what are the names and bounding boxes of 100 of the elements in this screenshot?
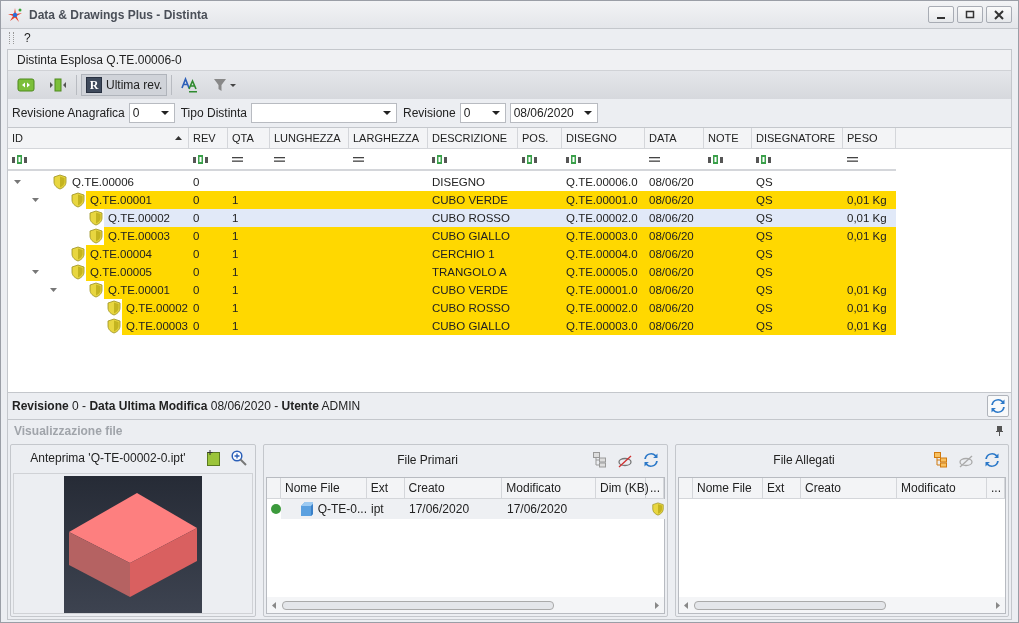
table-cell: 1: [232, 194, 239, 206]
font-icon: [181, 77, 200, 93]
table-cell: 1: [232, 320, 239, 332]
table-row[interactable]: Q.TE.00001 0 1 CUBO VERDE Q.TE.00001.0 08/06/20 QS 0,01 Kg: [86, 191, 896, 209]
column-header[interactable]: Nome File: [693, 478, 763, 498]
table-row[interactable]: Q.TE.00002 0 1 CUBO ROSSO Q.TE.00002.0 08/06/20 QS 0,01 Kg: [104, 209, 896, 227]
table-cell: 1: [232, 248, 239, 260]
hierarchy-icon[interactable]: [934, 452, 948, 468]
text-filter-icon[interactable]: [432, 154, 447, 164]
close-button[interactable]: [986, 6, 1012, 23]
table-cell: Q.TE.00002.0: [566, 212, 638, 224]
menu-item[interactable]: ?: [24, 31, 31, 45]
column-header[interactable]: ID: [8, 128, 189, 148]
column-header[interactable]: Creato: [801, 478, 897, 498]
column-header[interactable]: Modificato: [502, 478, 597, 498]
table-cell: 08/06/20: [649, 230, 694, 242]
equals-filter-icon[interactable]: [353, 156, 364, 162]
expander-icon[interactable]: [32, 198, 39, 202]
refresh-icon[interactable]: [643, 452, 659, 468]
filter-combo[interactable]: 08/06/2020: [509, 103, 598, 123]
window-title: Data & Drawings Plus - Distinta: [29, 7, 209, 22]
column-header[interactable]: LUNGHEZZA: [270, 128, 349, 148]
table-cell: QS: [756, 176, 773, 188]
column-header[interactable]: Dim (KB): [596, 478, 647, 498]
table-cell: CUBO GIALLO: [432, 320, 510, 332]
scrollbar-thumb[interactable]: [282, 600, 554, 610]
text-filter-icon[interactable]: [756, 154, 771, 164]
table-row[interactable]: Q.TE.00005 0 1 TRANGOLO A Q.TE.00005.0 08/06/20 QS: [86, 263, 896, 281]
filter-combo[interactable]: 0: [459, 103, 506, 123]
filter-label: Tipo Distinta: [180, 106, 247, 120]
text-filter-icon[interactable]: [12, 154, 27, 164]
equals-filter-icon[interactable]: [649, 156, 660, 162]
shield-icon: [106, 300, 122, 316]
table-cell: CUBO ROSSO: [432, 212, 510, 224]
column-header[interactable]: NOTE: [704, 128, 752, 148]
image-add-icon[interactable]: [207, 450, 221, 466]
filter-combo[interactable]: 0: [128, 103, 175, 123]
table-cell: 0,01 Kg: [847, 230, 887, 242]
expander-icon[interactable]: [32, 270, 39, 274]
table-cell: CUBO VERDE: [432, 194, 509, 206]
equals-filter-icon[interactable]: [274, 156, 285, 162]
minimize-button[interactable]: [928, 6, 954, 23]
table-row[interactable]: Q.TE.00003 0 1 CUBO GIALLO Q.TE.00003.0 08/06/20 QS 0,01 Kg: [104, 227, 896, 245]
table-row[interactable]: Q.TE.00006 0 DISEGNO Q.TE.00006.0 08/06/20 QS: [68, 173, 896, 191]
table-cell: Q.TE.00006: [72, 176, 134, 188]
expander-icon[interactable]: [14, 180, 21, 184]
column-header[interactable]: Modificato: [897, 478, 987, 498]
pin-icon[interactable]: [996, 426, 1003, 436]
column-header[interactable]: Nome File: [280, 478, 367, 498]
column-header[interactable]: QTA: [228, 128, 270, 148]
column-header[interactable]: Ext: [763, 478, 801, 498]
column-header[interactable]: PESO: [843, 128, 896, 148]
shield-icon: [70, 246, 86, 262]
equals-filter-icon[interactable]: [232, 156, 243, 162]
column-header[interactable]: DESCRIZIONE: [428, 128, 518, 148]
maximize-icon: [965, 9, 975, 20]
scrollbar-thumb[interactable]: [694, 600, 886, 610]
text-filter-icon[interactable]: [522, 154, 537, 164]
table-cell: Q.TE.00005: [90, 266, 152, 278]
text-filter-icon[interactable]: [193, 154, 208, 164]
column-header[interactable]: DISEGNATORE: [752, 128, 843, 148]
minimize-icon: [937, 16, 945, 19]
scroll-left-icon[interactable]: [272, 601, 276, 609]
shield-icon: [651, 501, 665, 517]
table-row[interactable]: Q.TE.00003 0 1 CUBO GIALLO Q.TE.00003.0 08/06/20 QS 0,01 Kg: [122, 317, 896, 335]
table-cell: 08/06/20: [649, 284, 694, 296]
latest-revision-button[interactable]: R Ultima rev.: [81, 74, 168, 96]
scroll-right-icon[interactable]: [655, 601, 659, 609]
column-header[interactable]: ...: [987, 478, 1005, 498]
table-row[interactable]: Q.TE.00004 0 1 CERCHIO 1 Q.TE.00004.0 08/06/20 QS: [86, 245, 896, 263]
scroll-left-icon[interactable]: [684, 601, 688, 609]
maximize-button[interactable]: [957, 6, 983, 23]
expander-icon[interactable]: [50, 288, 57, 292]
zoom-in-icon[interactable]: [231, 450, 247, 466]
hierarchy-icon[interactable]: [593, 452, 607, 468]
column-header[interactable]: Creato: [404, 478, 503, 498]
refresh-button[interactable]: [987, 395, 1009, 417]
shield-icon: [88, 210, 104, 226]
table-cell: 0,01 Kg: [847, 194, 887, 206]
table-row[interactable]: Q.TE.00001 0 1 CUBO VERDE Q.TE.00001.0 08/06/20 QS 0,01 Kg: [104, 281, 896, 299]
panel-title: Anteprima 'Q-TE-00002-0.ipt': [29, 451, 187, 465]
column-header[interactable]: LARGHEZZA: [349, 128, 428, 148]
filter-label: Revisione: [403, 106, 456, 120]
scroll-right-icon[interactable]: [996, 601, 1000, 609]
table-row[interactable]: Q.TE.00002 0 1 CUBO ROSSO Q.TE.00002.0 08/06/20 QS 0,01 Kg: [122, 299, 896, 317]
table-row[interactable]: Q-TE-0... ipt 17/06/2020 17/06/2020: [281, 499, 665, 519]
table-cell: 0: [193, 302, 200, 314]
column-header[interactable]: DATA: [645, 128, 704, 148]
column-header[interactable]: POS.: [518, 128, 562, 148]
column-header[interactable]: REV: [189, 128, 228, 148]
text-filter-icon[interactable]: [708, 154, 723, 164]
equals-filter-icon[interactable]: [847, 156, 858, 162]
table-cell: Q.TE.00001.0: [566, 194, 638, 206]
table-cell: 0: [193, 266, 200, 278]
table-cell: QS: [756, 284, 773, 296]
column-header[interactable]: Ext: [366, 478, 405, 498]
table-cell: Q.TE.00003: [108, 230, 170, 242]
text-filter-icon[interactable]: [566, 154, 581, 164]
refresh-icon[interactable]: [984, 452, 1000, 468]
column-header[interactable]: DISEGNO: [562, 128, 645, 148]
